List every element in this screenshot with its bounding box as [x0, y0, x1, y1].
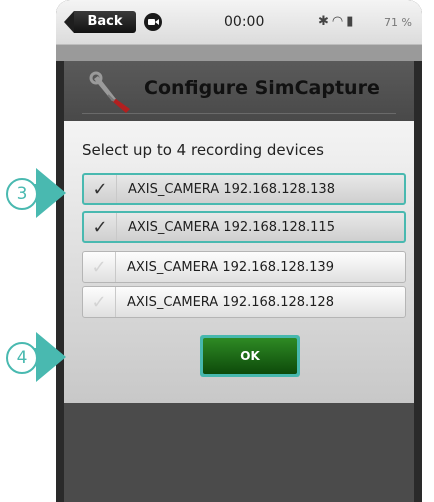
ok-button[interactable]: OK: [200, 335, 300, 377]
back-arrow-icon: [64, 11, 74, 33]
checkmark-icon[interactable]: ✓: [83, 252, 116, 282]
back-button-label[interactable]: Back: [74, 11, 136, 33]
dialog-title: Configure SimCapture: [144, 77, 380, 99]
device-option-2[interactable]: ✓ AXIS_CAMERA 192.168.128.115: [82, 211, 406, 243]
callout-arrow-icon: [36, 168, 66, 218]
device-label: AXIS_CAMERA 192.168.128.138: [128, 181, 335, 197]
device-option-4[interactable]: ✓ AXIS_CAMERA 192.168.128.128: [82, 286, 406, 318]
callout-number: 4: [6, 342, 38, 374]
phone-screen: Back 00:00 ✱ ◠ ▮ 71 % Configure SimCapture…: [56, 0, 422, 502]
device-option-3[interactable]: ✓ AXIS_CAMERA 192.168.128.139: [82, 251, 406, 283]
ok-button-label[interactable]: OK: [203, 338, 297, 374]
checkmark-icon[interactable]: ✓: [83, 287, 116, 317]
device-label: AXIS_CAMERA 192.168.128.139: [127, 259, 334, 275]
wrench-screwdriver-icon: [89, 71, 130, 113]
prompt-text: Select up to 4 recording devices: [82, 141, 324, 159]
device-option-1[interactable]: ✓ AXIS_CAMERA 192.168.128.138: [82, 173, 406, 205]
callout-arrow-icon: [36, 332, 66, 382]
bottom-background: [64, 403, 414, 502]
header-divider: [82, 113, 396, 114]
configure-dialog: Configure SimCapture Select up to 4 reco…: [64, 61, 414, 403]
status-bar: Back 00:00 ✱ ◠ ▮ 71 %: [56, 0, 422, 45]
device-label: AXIS_CAMERA 192.168.128.128: [127, 294, 334, 310]
battery-percent: 71 %: [384, 16, 412, 29]
dialog-header: Configure SimCapture: [64, 61, 414, 122]
clock: 00:00: [224, 14, 265, 30]
system-icons: ✱ ◠ ▮: [318, 14, 356, 29]
device-label: AXIS_CAMERA 192.168.128.115: [128, 219, 335, 235]
video-camera-icon: [144, 13, 162, 31]
checkmark-icon[interactable]: ✓: [84, 175, 117, 203]
battery-icon: ▮: [346, 14, 354, 29]
callout-number: 3: [6, 178, 38, 210]
wifi-icon: ◠: [331, 14, 344, 29]
background-strip: [56, 45, 422, 61]
back-button[interactable]: Back: [64, 11, 136, 33]
checkmark-icon[interactable]: ✓: [84, 213, 117, 241]
bluetooth-icon: ✱: [318, 14, 329, 29]
